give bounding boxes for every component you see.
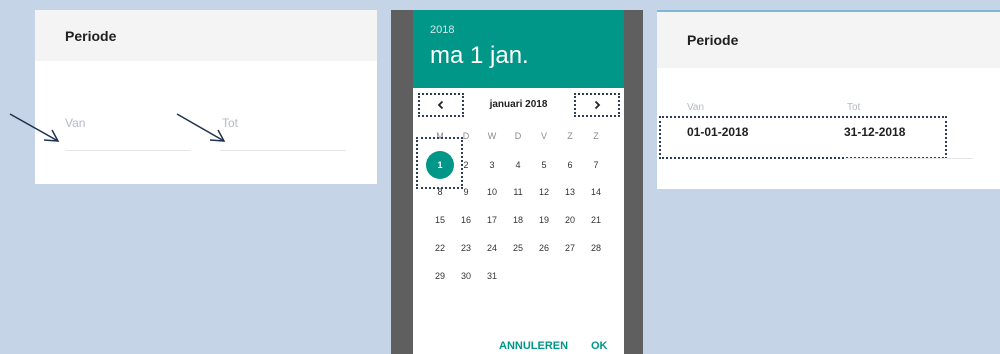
- calendar-day[interactable]: 28: [583, 238, 609, 258]
- picker-year[interactable]: 2018: [430, 24, 454, 36]
- calendar-day[interactable]: 22: [427, 238, 453, 258]
- tot-field-value[interactable]: 31-12-2018: [844, 125, 905, 139]
- weekday-label: D: [514, 131, 522, 141]
- chevron-right-icon: [594, 100, 601, 110]
- calendar-day[interactable]: 3: [479, 155, 505, 175]
- weekday-label: Z: [593, 131, 599, 141]
- calendar-day[interactable]: 14: [583, 182, 609, 202]
- calendar-day[interactable]: 23: [453, 238, 479, 258]
- calendar-day[interactable]: 21: [583, 210, 609, 230]
- calendar-day[interactable]: 6: [557, 155, 583, 175]
- cancel-button[interactable]: ANNULEREN: [499, 340, 568, 352]
- calendar-day[interactable]: 10: [479, 182, 505, 202]
- month-navigation: januari 2018: [413, 93, 624, 117]
- tot-field-label: Tot: [847, 102, 861, 113]
- chevron-left-icon: [437, 100, 444, 110]
- calendar-day[interactable]: 12: [531, 182, 557, 202]
- calendar-day[interactable]: 16: [453, 210, 479, 230]
- date-picker-header: 2018 ma 1 jan.: [413, 10, 624, 88]
- panel-title: Periode: [687, 32, 739, 48]
- calendar-day[interactable]: 25: [505, 238, 531, 258]
- calendar-day[interactable]: 31: [479, 266, 505, 286]
- calendar-day[interactable]: 11: [505, 182, 531, 202]
- calendar-day[interactable]: 24: [479, 238, 505, 258]
- calendar-day[interactable]: 26: [531, 238, 557, 258]
- calendar-day[interactable]: 7: [583, 155, 609, 175]
- next-month-button[interactable]: [574, 93, 620, 117]
- arrow-to-tot-icon: [176, 113, 225, 142]
- calendar-day[interactable]: 17: [479, 210, 505, 230]
- van-field-label: Van: [687, 102, 705, 113]
- weekday-label: W: [487, 131, 497, 141]
- selected-day-annotation: [416, 137, 463, 189]
- picker-selected-date: ma 1 jan.: [430, 42, 529, 69]
- calendar-day[interactable]: 13: [557, 182, 583, 202]
- calendar-day[interactable]: 20: [557, 210, 583, 230]
- calendar-day[interactable]: 15: [427, 210, 453, 230]
- weekday-label: V: [540, 131, 547, 141]
- arrow-to-van-icon: [9, 113, 59, 142]
- calendar-day[interactable]: 4: [505, 155, 531, 175]
- tot-field-underline: [845, 158, 973, 159]
- weekday-label: Z: [567, 131, 573, 141]
- prev-month-button[interactable]: [418, 93, 464, 117]
- calendar-day[interactable]: 18: [505, 210, 531, 230]
- van-field-value[interactable]: 01-01-2018: [687, 125, 748, 139]
- calendar-day[interactable]: 30: [453, 266, 479, 286]
- calendar-day[interactable]: 27: [557, 238, 583, 258]
- right-period-panel: Periode Van Tot 01-01-2018 31-12-2018: [657, 10, 1000, 189]
- calendar-day[interactable]: 19: [531, 210, 557, 230]
- calendar-day[interactable]: 5: [531, 155, 557, 175]
- calendar-day[interactable]: 29: [427, 266, 453, 286]
- ok-button[interactable]: OK: [591, 340, 608, 352]
